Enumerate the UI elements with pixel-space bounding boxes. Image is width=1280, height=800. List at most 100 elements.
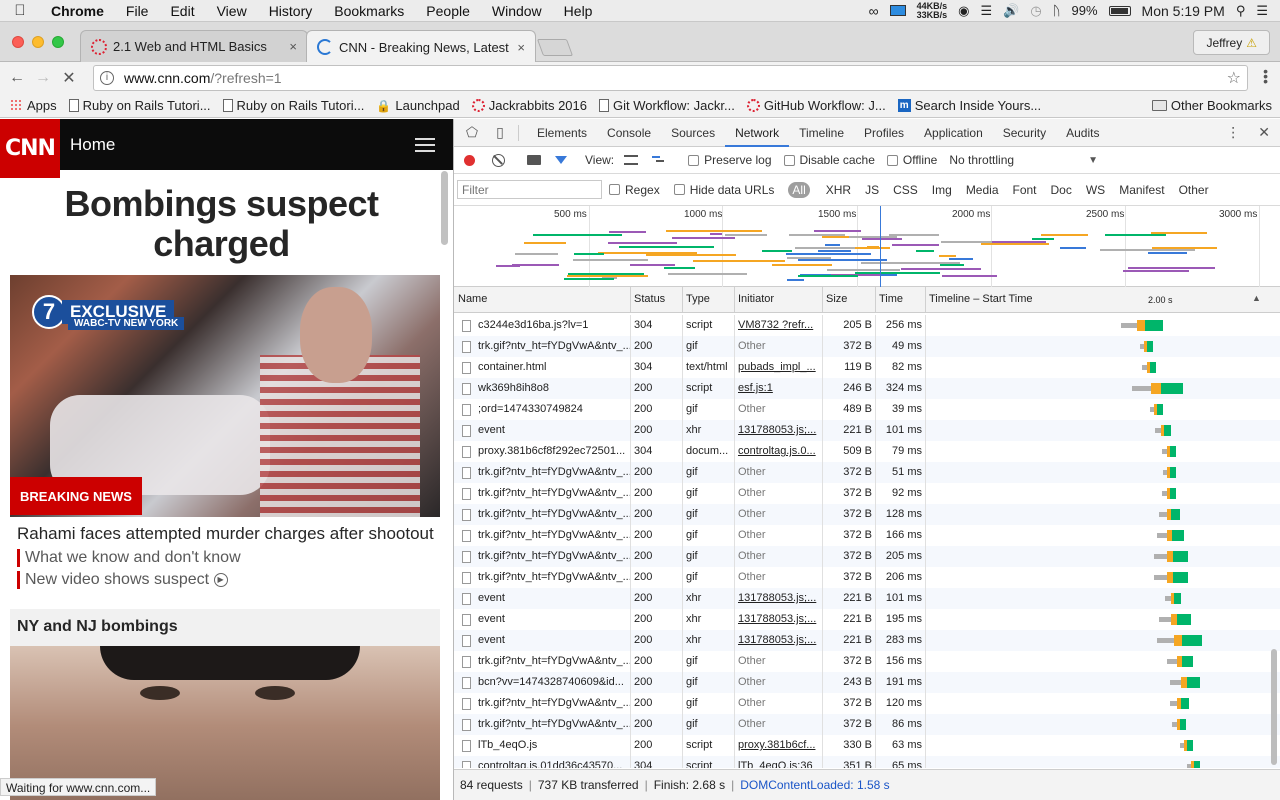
profile-button[interactable]: Jeffrey ⚠ xyxy=(1193,30,1270,55)
sort-ascending-icon[interactable]: ▲ xyxy=(1252,293,1261,303)
related-link[interactable]: What we know and don't know xyxy=(17,549,241,567)
type-filter-all[interactable]: All xyxy=(788,181,810,198)
page-scrollbar[interactable] xyxy=(441,171,448,245)
table-row[interactable]: trk.gif?ntv_ht=fYDgVwA&ntv_... 200 gif Othe… xyxy=(454,714,1280,735)
type-filter-other[interactable]: Other xyxy=(1179,183,1209,197)
new-tab-button[interactable] xyxy=(536,39,574,56)
cell-initiator[interactable]: 131788053.js;... xyxy=(735,588,823,609)
capture-screenshots-icon[interactable] xyxy=(527,155,541,165)
menu-app-name[interactable]: Chrome xyxy=(40,3,115,19)
tab-timeline[interactable]: Timeline xyxy=(789,119,854,147)
table-row[interactable]: trk.gif?ntv_ht=fYDgVwA&ntv_... 200 gif Othe… xyxy=(454,504,1280,525)
table-row[interactable]: event 200 xhr 131788053.js;... 221 B 283 ms xyxy=(454,630,1280,651)
table-row[interactable]: trk.gif?ntv_ht=fYDgVwA&ntv_... 200 gif Othe… xyxy=(454,567,1280,588)
story-summary[interactable]: Rahami faces attempted murder charges af… xyxy=(17,524,434,544)
cell-initiator[interactable]: controltag.js.0... xyxy=(735,441,823,462)
tab-close-icon[interactable]: × xyxy=(289,39,297,54)
menu-edit[interactable]: Edit xyxy=(159,3,205,19)
tab-network[interactable]: Network xyxy=(725,119,790,147)
menu-file[interactable]: File xyxy=(115,3,160,19)
link-icon[interactable]: ∞ xyxy=(869,3,879,19)
cell-initiator[interactable]: esf.js:1 xyxy=(735,378,823,399)
table-row[interactable]: trk.gif?ntv_ht=fYDgVwA&ntv_... 200 gif Othe… xyxy=(454,546,1280,567)
hide-data-urls-checkbox[interactable]: Hide data URLs xyxy=(673,183,774,197)
tab-application[interactable]: Application xyxy=(914,119,993,147)
tab-profiles[interactable]: Profiles xyxy=(854,119,914,147)
network-overview[interactable]: 500 ms 1000 ms 1500 ms 2000 ms 2500 ms 3… xyxy=(454,206,1280,287)
offline-checkbox[interactable]: Offline xyxy=(886,153,937,167)
col-time[interactable]: Time xyxy=(876,287,926,312)
bookmark-rails-tutorial-1[interactable]: Ruby on Rails Tutori... xyxy=(68,98,211,113)
apple-icon[interactable]:  xyxy=(0,2,40,19)
table-row[interactable]: proxy.381b6cf8f292ec72501... 304 docum... c… xyxy=(454,441,1280,462)
table-row[interactable]: trk.gif?ntv_ht=fYDgVwA&ntv_... 200 gif Othe… xyxy=(454,693,1280,714)
col-size[interactable]: Size xyxy=(823,287,876,312)
zoom-window-button[interactable] xyxy=(52,36,64,48)
table-row[interactable]: lTb_4eqO.js 200 script proxy.381b6cf... 330 … xyxy=(454,735,1280,756)
time-machine-icon[interactable]: ◷ xyxy=(1030,3,1041,19)
type-filter-ws[interactable]: WS xyxy=(1086,183,1105,197)
related-video-link[interactable]: New video shows suspect ▶ xyxy=(17,571,228,589)
chrome-menu-icon[interactable]: • • • xyxy=(1263,64,1268,88)
table-row[interactable]: event 200 xhr 131788053.js;... 221 B 101 ms xyxy=(454,420,1280,441)
bookmark-search-inside[interactable]: m Search Inside Yours... xyxy=(897,98,1041,113)
menu-bookmarks[interactable]: Bookmarks xyxy=(323,3,415,19)
cell-initiator[interactable]: proxy.381b6cf... xyxy=(735,735,823,756)
type-filter-js[interactable]: JS xyxy=(865,183,879,197)
throttling-select[interactable]: No throttling xyxy=(949,153,1014,167)
close-window-button[interactable] xyxy=(12,36,24,48)
checkbox[interactable] xyxy=(886,154,898,166)
record-icon[interactable] xyxy=(464,154,475,166)
network-speed[interactable]: 44KB/s 33KB/s xyxy=(917,1,948,20)
filter-input[interactable] xyxy=(457,180,602,199)
type-filter-css[interactable]: CSS xyxy=(893,183,918,197)
large-rows-icon[interactable] xyxy=(624,155,639,165)
cnn-home-link[interactable]: Home xyxy=(70,135,115,155)
cell-initiator[interactable]: 131788053.js;... xyxy=(735,420,823,441)
disable-cache-checkbox[interactable]: Disable cache xyxy=(783,153,875,167)
bookmark-star-icon[interactable]: ☆ xyxy=(1227,68,1241,88)
table-row[interactable]: bcn?vv=1474328740609&id... 200 gif Other 243… xyxy=(454,672,1280,693)
bookmark-rails-tutorial-2[interactable]: Ruby on Rails Tutori... xyxy=(222,98,364,113)
type-filter-img[interactable]: Img xyxy=(932,183,952,197)
cell-initiator[interactable]: 131788053.js;... xyxy=(735,609,823,630)
col-status[interactable]: Status xyxy=(631,287,683,312)
bookmark-launchpad[interactable]: 🔒 Launchpad xyxy=(376,98,459,113)
menu-history[interactable]: History xyxy=(258,3,324,19)
clock[interactable]: Mon 5:19 PM xyxy=(1142,3,1225,19)
table-row[interactable]: event 200 xhr 131788053.js;... 221 B 101 ms xyxy=(454,588,1280,609)
stop-loading-icon[interactable]: ✕ xyxy=(56,68,82,88)
notification-center-icon[interactable]: ☰ xyxy=(1256,3,1268,19)
info-icon[interactable]: i xyxy=(100,71,114,85)
spotlight-icon[interactable]: ⚲ xyxy=(1236,3,1246,19)
bookmark-jackrabbits[interactable]: Jackrabbits 2016 xyxy=(471,98,587,113)
type-filter-manifest[interactable]: Manifest xyxy=(1119,183,1164,197)
table-row[interactable]: trk.gif?ntv_ht=fYDgVwA&ntv_... 200 gif Othe… xyxy=(454,483,1280,504)
table-row[interactable]: trk.gif?ntv_ht=fYDgVwA&ntv_... 200 gif Othe… xyxy=(454,651,1280,672)
table-row[interactable]: trk.gif?ntv_ht=fYDgVwA&ntv_... 200 gif Othe… xyxy=(454,336,1280,357)
clear-icon[interactable] xyxy=(492,153,505,167)
tab-console[interactable]: Console xyxy=(597,119,661,147)
col-type[interactable]: Type xyxy=(683,287,735,312)
table-row[interactable]: event 200 xhr 131788053.js;... 221 B 195 ms xyxy=(454,609,1280,630)
table-row[interactable]: ;ord=1474330749824 200 gif Other 489 B 39 ms xyxy=(454,399,1280,420)
tab-close-icon[interactable]: × xyxy=(517,40,525,55)
volume-icon[interactable]: 🔊 xyxy=(1003,3,1019,19)
cell-initiator[interactable]: VM8732 ?refr... xyxy=(735,315,823,336)
table-row[interactable]: c3244e3d16ba.js?lv=1 304 script VM8732 ?ref… xyxy=(454,315,1280,336)
col-timeline[interactable]: Timeline – Start Time xyxy=(926,287,1280,312)
menu-people[interactable]: People xyxy=(415,3,481,19)
filter-icon[interactable] xyxy=(555,156,567,164)
menu-help[interactable]: Help xyxy=(553,3,604,19)
cell-initiator[interactable]: lTb_4eqO.js:36 xyxy=(735,756,823,768)
throttling-caret-icon[interactable]: ▼ xyxy=(1088,155,1098,166)
tab-sources[interactable]: Sources xyxy=(661,119,725,147)
forward-arrow-icon[interactable]: → xyxy=(30,69,56,87)
checkbox[interactable] xyxy=(609,184,620,195)
wifi-icon[interactable]: ☰ xyxy=(981,3,993,19)
menu-view[interactable]: View xyxy=(206,3,258,19)
tab-cnn[interactable]: CNN - Breaking News, Latest N × xyxy=(306,30,536,63)
table-row[interactable]: controltag.js.01dd36c43570... 304 script lT… xyxy=(454,756,1280,768)
checkbox[interactable] xyxy=(673,184,685,195)
inspect-element-icon[interactable]: ⬠ xyxy=(458,124,486,141)
